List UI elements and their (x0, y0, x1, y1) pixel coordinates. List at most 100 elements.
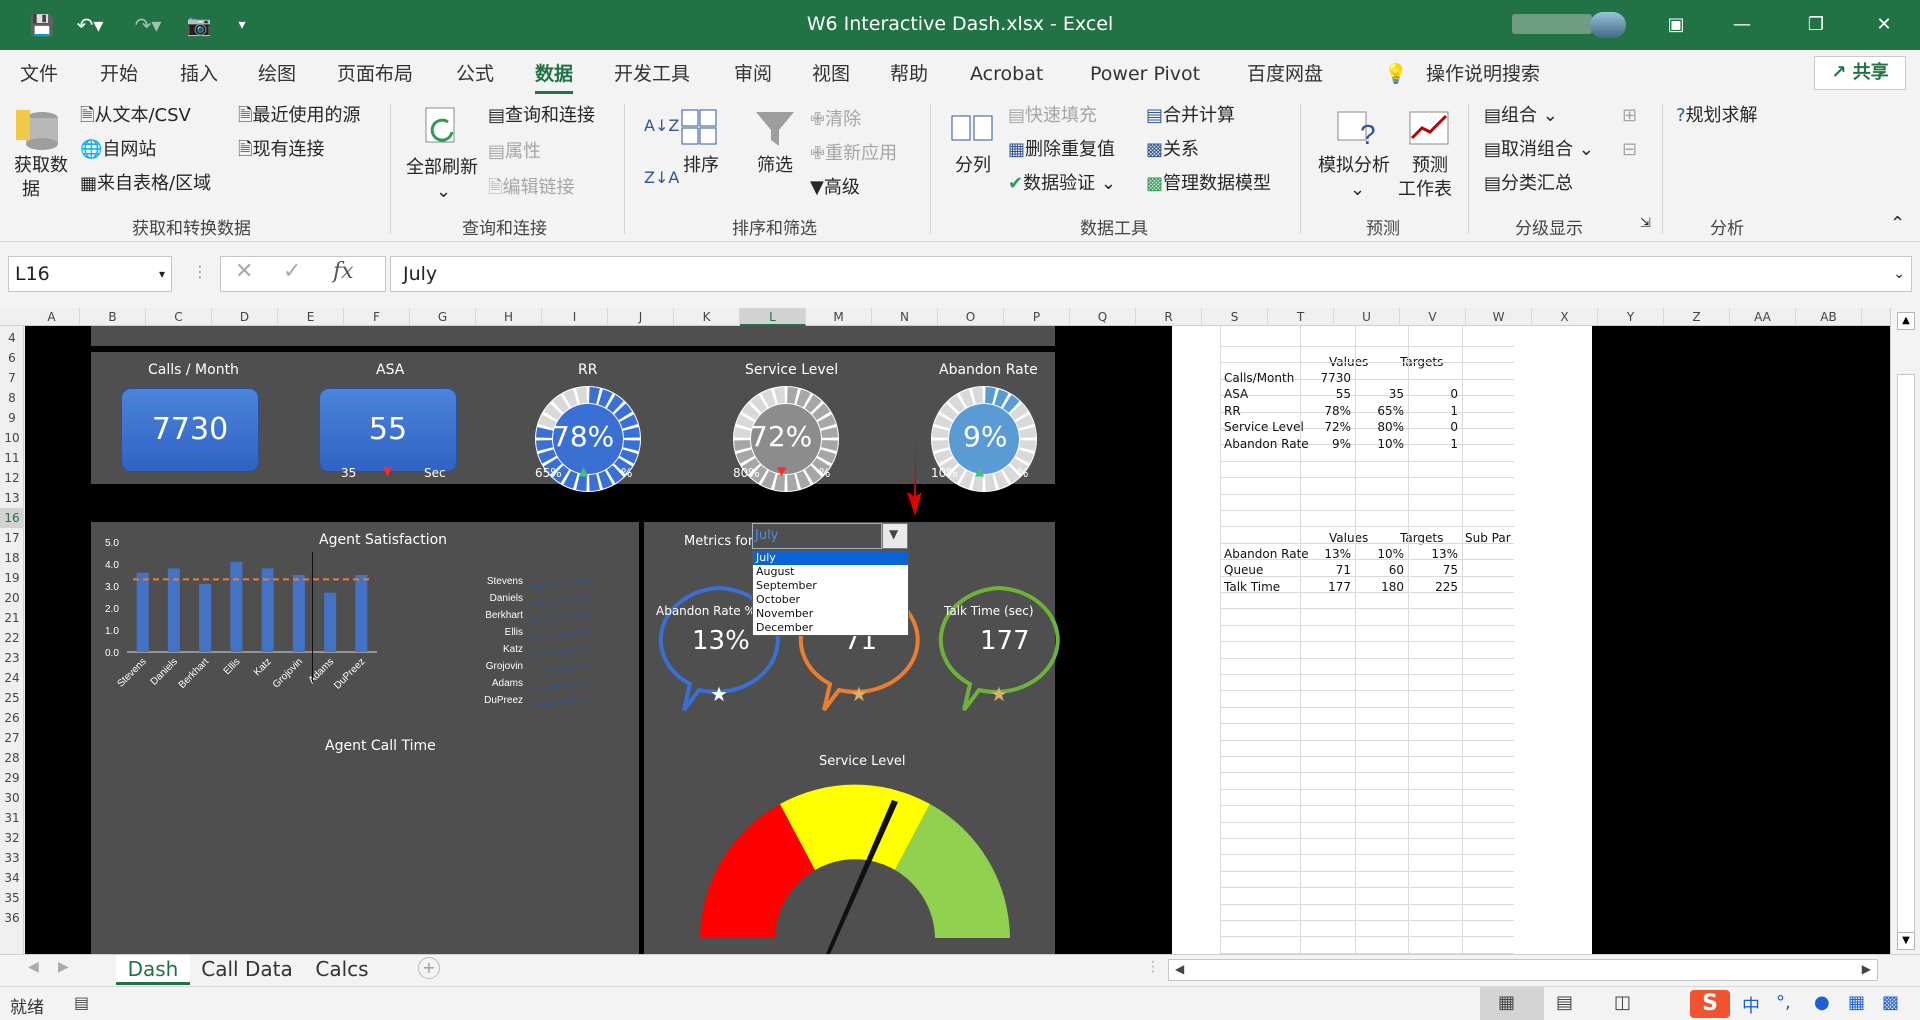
sort-icon[interactable] (680, 108, 720, 148)
forecast-sheet-icon[interactable] (1408, 108, 1452, 148)
column-header[interactable]: L (740, 308, 806, 326)
collapse-ribbon-icon[interactable]: ⌃ (1890, 212, 1905, 236)
get-data-label-2[interactable]: 据 (22, 178, 40, 202)
manage-data-model-button[interactable]: ▩管理数据模型 (1146, 172, 1271, 196)
microphone-icon[interactable]: ● (1814, 992, 1830, 1013)
column-header[interactable]: AA (1730, 308, 1796, 326)
outline-settings-icon[interactable]: ⇲ (1640, 212, 1651, 236)
calc-cell[interactable]: 1 (1408, 434, 1458, 454)
flash-fill-button[interactable]: ▤快速填充 (1008, 104, 1097, 128)
calc-cell[interactable]: 10% (1355, 434, 1404, 454)
row-header[interactable]: 29 (0, 768, 24, 788)
column-header[interactable]: Q (1070, 308, 1136, 326)
dropdown-option-november[interactable]: November (753, 607, 908, 621)
column-header[interactable]: V (1400, 308, 1466, 326)
calc-cell[interactable]: 180 (1355, 577, 1404, 597)
tab-draw[interactable]: 绘图 (258, 60, 296, 88)
get-data-icon[interactable] (14, 104, 64, 152)
row-header[interactable]: 23 (0, 648, 24, 668)
column-header[interactable]: C (146, 308, 212, 326)
keyboard-icon[interactable]: ▦ (1848, 992, 1865, 1013)
restore-icon[interactable]: ❐ (1796, 10, 1836, 40)
dropdown-option-august[interactable]: August (753, 565, 908, 579)
row-header[interactable]: 18 (0, 548, 24, 568)
column-header[interactable]: X (1532, 308, 1598, 326)
row-header[interactable]: 19 (0, 568, 24, 588)
text-to-columns-icon[interactable] (950, 108, 994, 148)
ime-menu-icon[interactable]: ▩ (1882, 992, 1899, 1013)
avatar[interactable] (1590, 12, 1626, 38)
scroll-left-icon[interactable]: ◀ (1175, 962, 1184, 976)
column-header[interactable]: H (476, 308, 542, 326)
text-to-columns-button[interactable]: 分列 (955, 154, 991, 178)
solver-button[interactable]: ?规划求解 (1676, 104, 1758, 128)
close-icon[interactable]: ✕ (1864, 10, 1904, 40)
row-header[interactable]: 20 (0, 588, 24, 608)
column-header[interactable]: K (674, 308, 740, 326)
forecast-button[interactable]: 预测 (1412, 154, 1448, 178)
sort-ascending-icon[interactable]: A↓Z (644, 114, 679, 138)
relationships-button[interactable]: ▩关系 (1146, 138, 1199, 162)
row-header[interactable]: 30 (0, 788, 24, 808)
month-dropdown-input[interactable]: July (752, 523, 882, 549)
column-header[interactable]: N (872, 308, 938, 326)
filter-button[interactable]: 筛选 (757, 154, 793, 178)
sort-button[interactable]: 排序 (683, 154, 719, 178)
forecast-sheet-label[interactable]: 工作表 (1398, 178, 1452, 202)
subtotal-button[interactable]: ▤分类汇总 (1484, 172, 1573, 196)
redo-icon[interactable]: ↷▾ (128, 12, 168, 38)
sogou-ime-icon[interactable]: S (1690, 990, 1730, 1018)
row-header[interactable]: 17 (0, 528, 24, 548)
sheet-tab-call-data[interactable]: Call Data (194, 955, 300, 985)
row-header[interactable]: 11 (0, 448, 24, 468)
row-header[interactable]: 10 (0, 428, 24, 448)
row-header[interactable]: 8 (0, 388, 24, 408)
row-header[interactable]: 35 (0, 888, 24, 908)
column-header[interactable]: S (1202, 308, 1268, 326)
dropdown-option-july[interactable]: July (753, 551, 908, 565)
tab-home[interactable]: 开始 (100, 60, 138, 88)
queries-connections-button[interactable]: ▤查询和连接 (488, 104, 595, 128)
reapply-button[interactable]: ✙重新应用 (810, 142, 897, 166)
dropdown-option-september[interactable]: September (753, 579, 908, 593)
calc-cell[interactable]: Abandon Rate (1224, 434, 1309, 454)
column-header[interactable]: U (1334, 308, 1400, 326)
name-box-dropdown-icon[interactable]: ▾ (159, 257, 165, 291)
calc-cell[interactable]: 9% (1300, 434, 1351, 454)
row-header[interactable]: 6 (0, 348, 24, 368)
more-options-icon[interactable]: ⋮ (192, 262, 208, 281)
column-header[interactable]: O (938, 308, 1004, 326)
tab-insert[interactable]: 插入 (180, 60, 218, 88)
row-header[interactable]: 31 (0, 808, 24, 828)
remove-duplicates-button[interactable]: ▦删除重复值 (1008, 138, 1115, 162)
calc-cell[interactable]: Talk Time (1224, 577, 1280, 597)
column-header[interactable]: J (608, 308, 674, 326)
enter-icon[interactable]: ✓ (283, 259, 301, 284)
save-icon[interactable]: 💾 (28, 12, 56, 38)
calc-cell[interactable]: 225 (1408, 577, 1458, 597)
column-header[interactable]: W (1466, 308, 1532, 326)
dropdown-option-october[interactable]: October (753, 593, 908, 607)
ime-punctuation-icon[interactable]: °, (1776, 992, 1791, 1013)
refresh-dropdown-icon[interactable]: ⌄ (436, 180, 451, 204)
row-header[interactable]: 24 (0, 668, 24, 688)
filter-icon[interactable] (754, 108, 796, 148)
tab-power-pivot[interactable]: Power Pivot (1090, 60, 1200, 88)
expand-formula-icon[interactable]: ⌄ (1893, 257, 1905, 291)
column-header[interactable]: D (212, 308, 278, 326)
prev-sheet-icon[interactable]: ◀ (28, 959, 39, 975)
column-header[interactable]: R (1136, 308, 1202, 326)
column-header[interactable]: P (1004, 308, 1070, 326)
show-detail-icon[interactable]: ⊞ (1622, 104, 1637, 128)
properties-button[interactable]: ▤属性 (488, 140, 541, 164)
tab-help[interactable]: 帮助 (890, 60, 928, 88)
tab-review[interactable]: 审阅 (734, 60, 772, 88)
column-header[interactable]: F (344, 308, 410, 326)
row-header[interactable]: 34 (0, 868, 24, 888)
from-web-button[interactable]: 🌐自网站 (80, 138, 156, 162)
next-sheet-icon[interactable]: ▶ (58, 959, 69, 975)
macro-record-icon[interactable]: ▤ (74, 993, 89, 1012)
refresh-all-button[interactable]: 全部刷新 (406, 156, 478, 180)
row-header[interactable]: 36 (0, 908, 24, 928)
page-layout-view-icon[interactable]: ▤ (1556, 992, 1573, 1013)
